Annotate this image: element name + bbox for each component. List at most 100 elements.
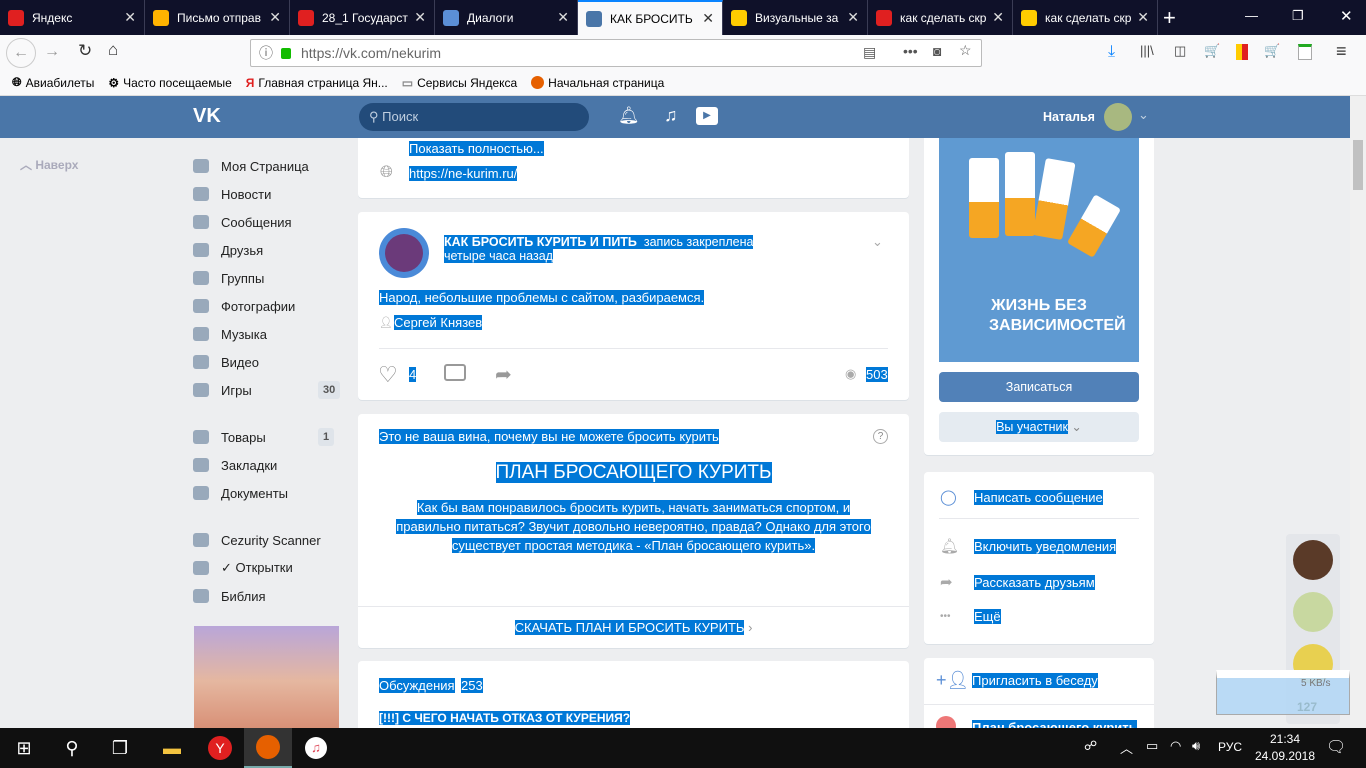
- app-link[interactable]: План бросающего курить: [972, 720, 1137, 728]
- group-action[interactable]: ◯ Написать сообщение: [940, 488, 1103, 506]
- cart-icon-2[interactable]: 🛒: [1264, 43, 1280, 59]
- close-tab-icon[interactable]: ✕: [847, 9, 859, 26]
- close-tab-icon[interactable]: ✕: [269, 9, 281, 26]
- member-dropdown[interactable]: Вы участник ⌄: [939, 412, 1139, 442]
- minimize-button[interactable]: —: [1245, 8, 1258, 23]
- group-cover-image[interactable]: ЖИЗНЬ БЕЗ ЗАВИСИМОСТЕЙ: [939, 138, 1139, 362]
- sidebar-item[interactable]: Сообщения: [193, 208, 292, 236]
- tab[interactable]: Визуальные за ✕: [723, 0, 868, 35]
- bookmark-item[interactable]: ▭ Сервисы Яндекса: [402, 76, 517, 90]
- file-explorer-icon[interactable]: ▬: [148, 728, 196, 768]
- info-icon[interactable]: ⓘ: [259, 43, 273, 63]
- profile-photo[interactable]: [194, 626, 339, 728]
- close-tab-icon[interactable]: ✕: [702, 10, 714, 27]
- close-tab-icon[interactable]: ✕: [124, 9, 136, 26]
- post-author-link[interactable]: Сергей Князев: [394, 315, 483, 330]
- user-avatar[interactable]: [1104, 103, 1132, 131]
- restore-button[interactable]: ❐: [1292, 8, 1304, 24]
- chevron-down-icon[interactable]: ⌄: [872, 234, 883, 250]
- battery-icon[interactable]: ▭: [1146, 738, 1158, 754]
- chat-avatar[interactable]: [1293, 592, 1333, 632]
- chat-avatar[interactable]: [1293, 540, 1333, 580]
- sidebar-item[interactable]: Фотографии: [193, 292, 295, 320]
- start-button[interactable]: ⊞: [0, 728, 48, 768]
- wifi-icon[interactable]: ◠: [1170, 738, 1181, 754]
- tab[interactable]: Письмо отправ ✕: [145, 0, 290, 35]
- sidebar-item[interactable]: Новости: [193, 180, 271, 208]
- bookmark-star-icon[interactable]: ☆: [959, 42, 972, 59]
- sidebar-item[interactable]: Музыка: [193, 320, 267, 348]
- sidebar-icon[interactable]: ◫: [1174, 43, 1186, 59]
- tab[interactable]: Диалоги ✕: [435, 0, 578, 35]
- network-widget[interactable]: 5 KB/s 127: [1216, 670, 1350, 715]
- menu-icon[interactable]: ≡: [1336, 41, 1347, 62]
- download-plan-button[interactable]: СКАЧАТЬ ПЛАН И БРОСИТЬ КУРИТЬ ›: [358, 620, 909, 635]
- back-button[interactable]: ←: [6, 38, 36, 68]
- library-icon[interactable]: |||\: [1140, 43, 1154, 58]
- bell-icon[interactable]: 🔔︎: [618, 106, 640, 126]
- sidebar-item[interactable]: Cezurity Scanner: [193, 526, 321, 554]
- itunes-icon[interactable]: ♫: [292, 728, 340, 768]
- show-full-link[interactable]: Показать полностью...: [409, 141, 544, 156]
- search-icon[interactable]: ⚲: [48, 728, 96, 768]
- new-tab-button[interactable]: +: [1163, 5, 1176, 31]
- language-indicator[interactable]: РУС: [1218, 740, 1242, 754]
- tab[interactable]: как сделать скр ✕: [1013, 0, 1158, 35]
- sidebar-item[interactable]: Библия: [193, 582, 266, 610]
- sidebar-item[interactable]: ✓ Открытки: [193, 554, 293, 582]
- chevron-down-icon[interactable]: ⌄: [1138, 107, 1149, 123]
- bookmark-ext-icon[interactable]: [1236, 44, 1248, 60]
- home-button[interactable]: ⌂: [108, 40, 118, 60]
- reader-view-icon[interactable]: ▤: [863, 44, 876, 61]
- discussions-title[interactable]: Обсуждения: [379, 678, 455, 693]
- vk-logo[interactable]: VK: [193, 105, 221, 128]
- tab[interactable]: 28_1 Государств ✕: [290, 0, 435, 35]
- search-input[interactable]: ⚲ Поиск: [359, 103, 589, 131]
- page-actions-icon[interactable]: •••: [903, 43, 918, 59]
- share-icon[interactable]: ➦: [495, 362, 512, 387]
- bookmark-item[interactable]: Начальная страница: [531, 76, 664, 90]
- tab[interactable]: КАК БРОСИТЬ ✕: [578, 0, 723, 35]
- group-name-link[interactable]: КАК БРОСИТЬ КУРИТЬ И ПИТЬ: [444, 235, 637, 249]
- close-tab-icon[interactable]: ✕: [992, 9, 1004, 26]
- address-bar[interactable]: ⓘ https://vk.com/nekurim ▤ ••• ◙ ☆: [250, 39, 982, 67]
- group-action[interactable]: ➦ Рассказать друзьям: [940, 573, 1095, 591]
- url-text[interactable]: https://vk.com/nekurim: [301, 45, 441, 61]
- calendar-ext-icon[interactable]: [1298, 44, 1312, 60]
- cart-icon[interactable]: 🛒: [1204, 43, 1220, 59]
- music-icon[interactable]: ♫: [664, 105, 678, 126]
- sidebar-item[interactable]: Закладки: [193, 451, 277, 479]
- sidebar-item[interactable]: Группы: [193, 264, 264, 292]
- sidebar-item[interactable]: Видео: [193, 348, 259, 376]
- like-icon[interactable]: ♡: [378, 362, 398, 388]
- sidebar-item[interactable]: Товары 1: [193, 423, 335, 451]
- pocket-icon[interactable]: ◙: [933, 43, 941, 59]
- scrollbar[interactable]: [1350, 96, 1366, 728]
- yandex-browser-icon[interactable]: Y: [196, 728, 244, 768]
- forward-button[interactable]: →: [44, 43, 60, 61]
- bookmark-item[interactable]: 🌐︎ Авиабилеты: [12, 75, 94, 90]
- sidebar-item[interactable]: Моя Страница: [193, 152, 309, 180]
- sidebar-item[interactable]: Друзья: [193, 236, 263, 264]
- tray-chevron-icon[interactable]: ︿: [1120, 738, 1133, 757]
- close-tab-icon[interactable]: ✕: [557, 9, 569, 26]
- volume-icon[interactable]: 🔊︎: [1192, 738, 1200, 754]
- sidebar-item[interactable]: Документы: [193, 479, 288, 507]
- reload-button[interactable]: ↻: [78, 41, 92, 61]
- discussion-topic-link[interactable]: [!!!] С ЧЕГО НАЧАТЬ ОТКАЗ ОТ КУРЕНИЯ?: [379, 711, 631, 725]
- close-window-button[interactable]: ✕: [1340, 7, 1353, 25]
- invite-button[interactable]: Пригласить в беседу: [972, 673, 1098, 688]
- clock[interactable]: 21:34 24.09.2018: [1252, 731, 1318, 765]
- user-name[interactable]: Наталья: [1043, 110, 1095, 124]
- bookmark-item[interactable]: Я Главная страница Ян...: [246, 76, 388, 90]
- play-icon[interactable]: ▶: [696, 107, 718, 125]
- group-action[interactable]: 🔔︎ Включить уведомления: [940, 537, 1117, 555]
- tab[interactable]: как сделать скр ✕: [868, 0, 1013, 35]
- bookmark-item[interactable]: ⚙ Часто посещаемые: [108, 76, 231, 90]
- sidebar-item[interactable]: Игры 30: [193, 376, 341, 404]
- close-tab-icon[interactable]: ✕: [1137, 9, 1149, 26]
- comment-icon[interactable]: [444, 364, 466, 381]
- tab[interactable]: Яндекс ✕: [0, 0, 145, 35]
- subscribe-button[interactable]: Записаться: [939, 372, 1139, 402]
- close-tab-icon[interactable]: ✕: [414, 9, 426, 26]
